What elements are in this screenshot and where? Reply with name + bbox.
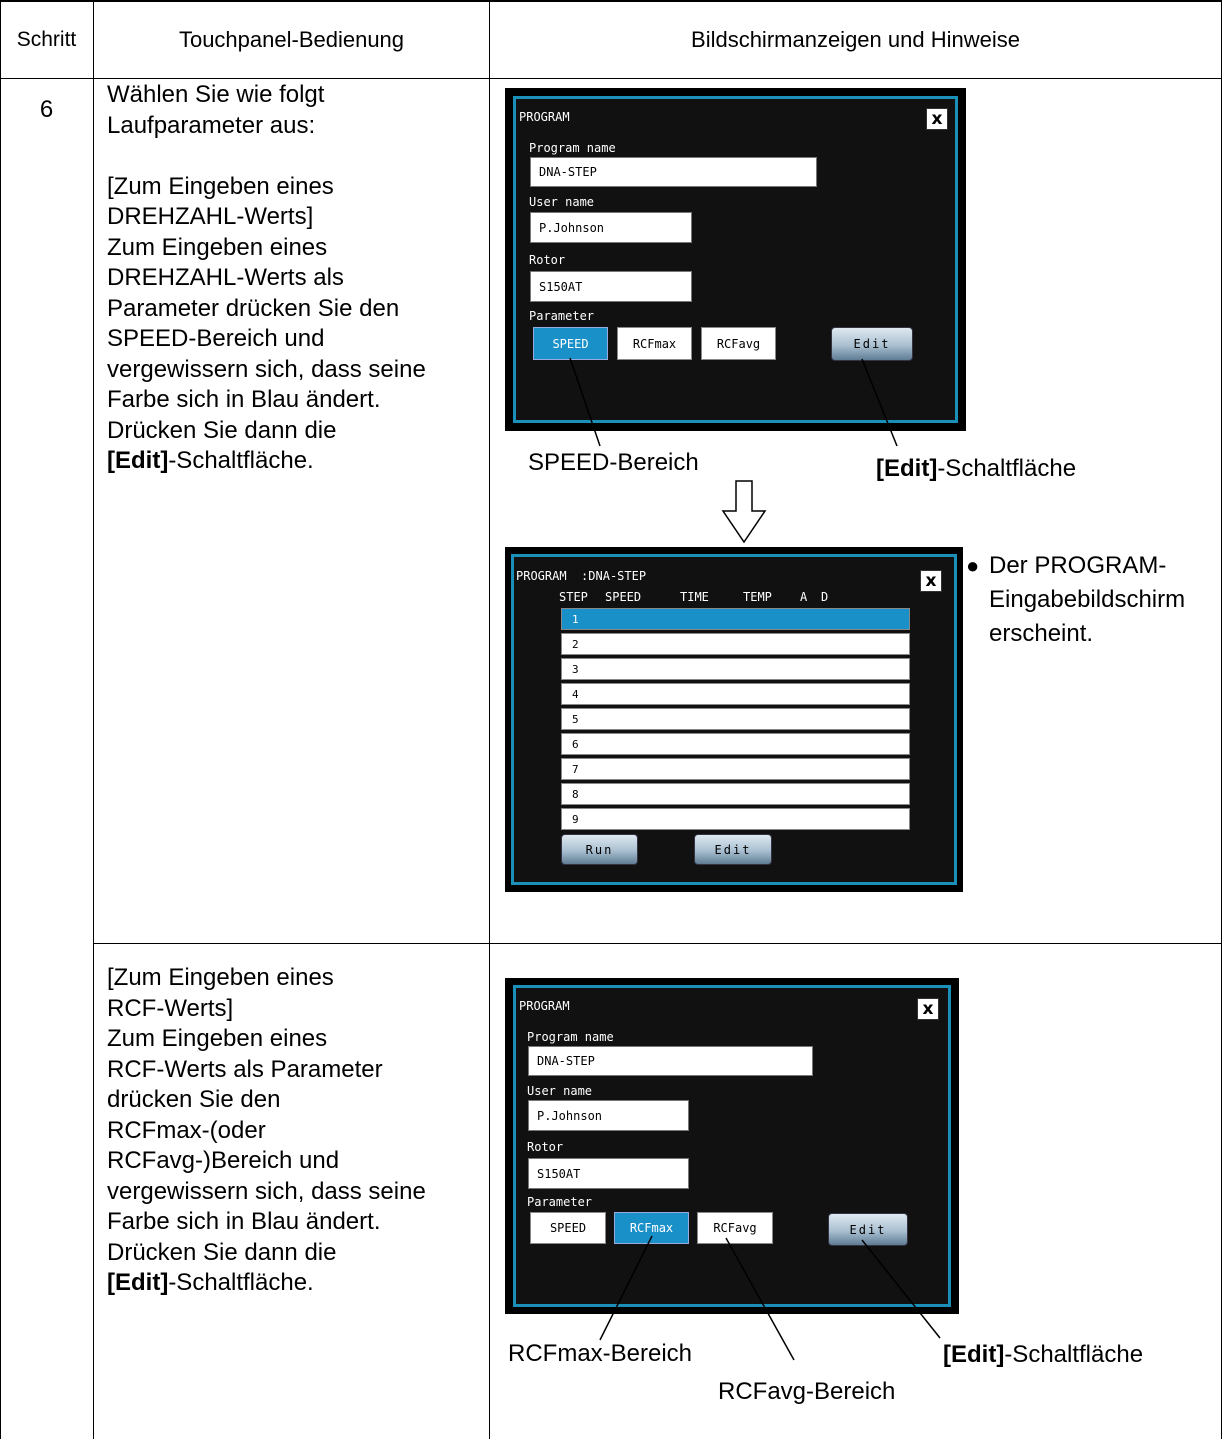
edit-button-callout: [Edit]-Schaltfläche bbox=[943, 1341, 1143, 1369]
edit-bold: [Edit] bbox=[943, 1341, 1005, 1368]
leader-lines-3 bbox=[599, 1235, 941, 1361]
edit-callout-suffix: -Schaltfläche bbox=[1004, 1341, 1144, 1368]
rcfmax-area-callout: RCFmax-Bereich bbox=[508, 1340, 693, 1367]
rcfavg-area-callout: RCFavg-Bereich bbox=[718, 1378, 896, 1405]
